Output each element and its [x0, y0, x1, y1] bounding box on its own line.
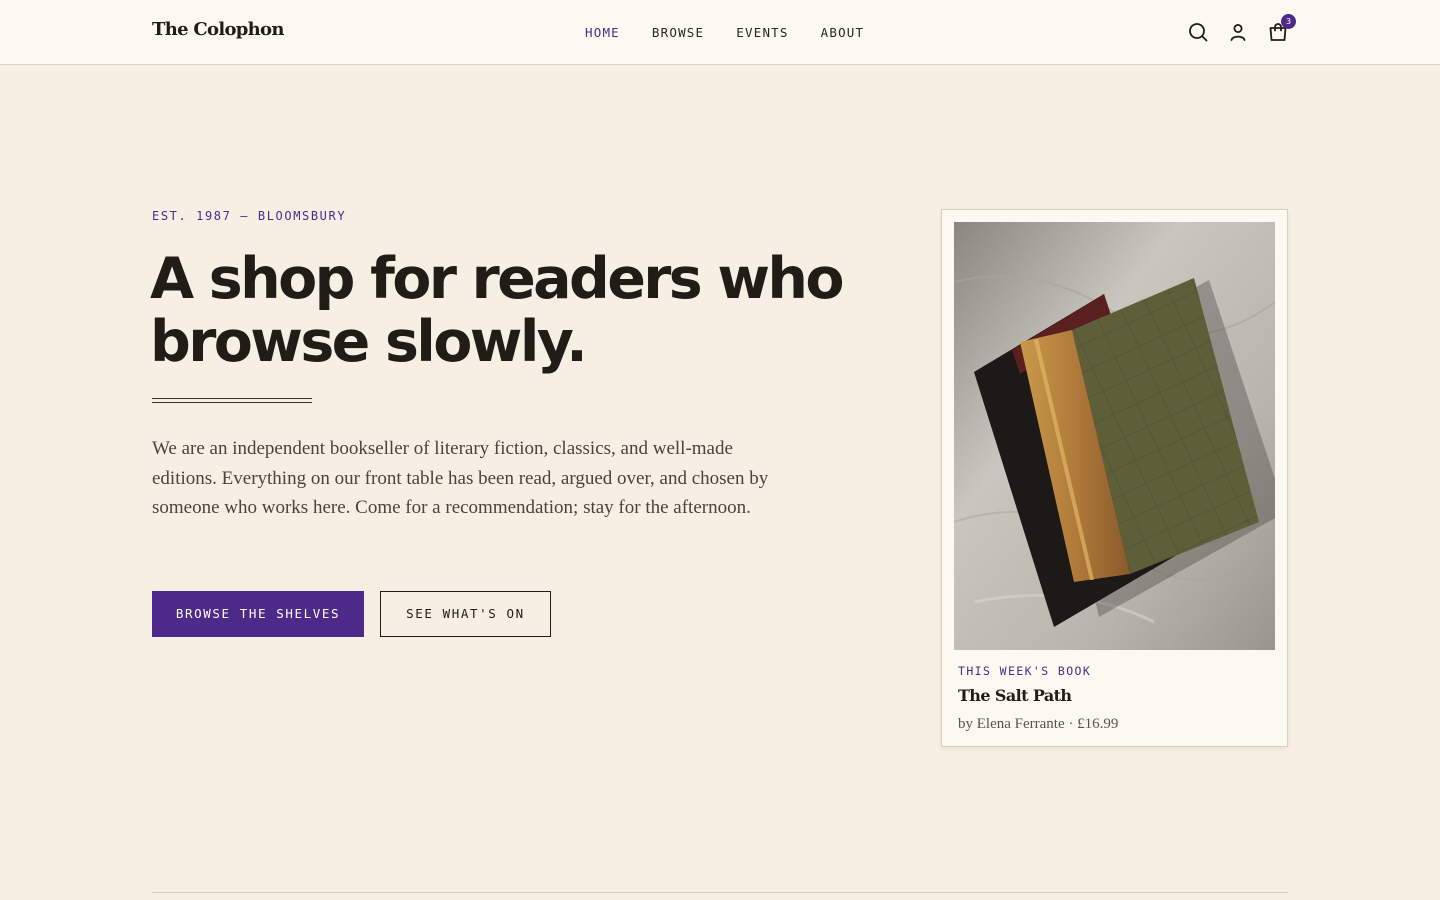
search-icon[interactable]: [1186, 20, 1210, 44]
meta-separator: ·: [1064, 716, 1078, 732]
nav-item-about[interactable]: ABOUT: [821, 25, 865, 40]
featured-book-image[interactable]: [954, 222, 1275, 650]
featured-eyebrow: THIS WEEK'S BOOK: [958, 664, 1092, 678]
main-nav: HOME BROWSE EVENTS ABOUT: [585, 25, 896, 40]
nav-item-events[interactable]: EVENTS: [736, 25, 788, 40]
see-whats-on-button[interactable]: SEE WHAT'S ON: [380, 591, 551, 637]
hero-eyebrow: EST. 1987 — BLOOMSBURY: [152, 209, 347, 223]
featured-price: £16.99: [1077, 716, 1119, 732]
hero-headline: A shop for readers who browse slowly.: [150, 246, 845, 375]
browse-shelves-button[interactable]: BROWSE THE SHELVES: [152, 591, 364, 637]
decorative-divider: [152, 398, 312, 403]
featured-meta: by Elena Ferrante · £16.99: [958, 716, 1118, 733]
section-divider: [152, 892, 1288, 893]
hero-intro: We are an independent bookseller of lite…: [152, 438, 769, 518]
featured-author: by Elena Ferrante: [958, 716, 1065, 732]
site-header: The Colophon HOME BROWSE EVENTS ABOUT 3: [0, 0, 1440, 65]
brand-logo[interactable]: The Colophon: [152, 19, 284, 40]
featured-book-card[interactable]: THIS WEEK'S BOOK The Salt Path by Elena …: [941, 209, 1288, 747]
nav-item-home[interactable]: HOME: [585, 25, 620, 40]
featured-title[interactable]: The Salt Path: [958, 686, 1072, 705]
nav-item-browse[interactable]: BROWSE: [652, 25, 704, 40]
user-icon[interactable]: [1226, 20, 1250, 44]
cart-count-badge: 3: [1281, 14, 1296, 29]
